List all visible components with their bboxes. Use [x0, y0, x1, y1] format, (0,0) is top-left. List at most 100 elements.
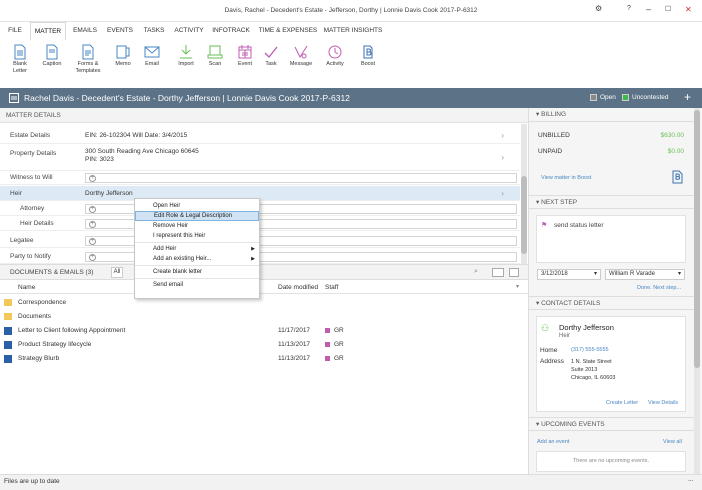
minimize-icon[interactable]: –: [646, 4, 651, 14]
tab-activity[interactable]: ACTIVITY: [172, 22, 206, 40]
filter-all-button[interactable]: All: [111, 267, 123, 278]
contact-header[interactable]: ▾ CONTACT DETAILS: [529, 296, 694, 310]
right-scrollbar[interactable]: [694, 108, 700, 474]
table-row[interactable]: Product Strategy lifecycle 11/13/2017 GR: [0, 338, 528, 352]
done-next-step-link[interactable]: Done. Next step...: [637, 285, 681, 291]
import-button[interactable]: Import: [171, 42, 201, 88]
forms-templates-button[interactable]: Forms & Templates: [73, 42, 103, 88]
scroll-thumb[interactable]: [521, 176, 527, 254]
add-event-link[interactable]: Add an event: [537, 439, 569, 445]
letter-icon: [14, 44, 26, 60]
chevron-right-icon: ▶: [251, 256, 255, 262]
scroll-thumb[interactable]: [694, 110, 700, 368]
ribbon-label: Message: [289, 61, 313, 67]
col-staff[interactable]: Staff: [325, 284, 338, 291]
plus-icon: +: [89, 254, 96, 261]
activity-button[interactable]: Activity: [320, 42, 350, 88]
detail-row-party-notify[interactable]: Party to Notify +: [0, 250, 520, 264]
view-in-boost-link[interactable]: View matter in Boost: [541, 175, 591, 181]
email-button[interactable]: Email: [137, 42, 167, 88]
list-item[interactable]: Documents: [0, 310, 528, 324]
add-button[interactable]: +: [684, 90, 691, 104]
memo-icon: [116, 45, 130, 59]
file-name: Product Strategy lifecycle: [18, 341, 92, 348]
tab-time-expenses[interactable]: TIME & EXPENSES: [258, 22, 318, 40]
matter-icon: [9, 93, 19, 105]
menu-item-add-heir[interactable]: Add Heir ▶: [135, 244, 259, 254]
menu-item-add-existing[interactable]: Add an existing Heir... ▶: [135, 254, 259, 264]
status-bar: Files are up to date ...: [0, 474, 702, 490]
tab-infotrack[interactable]: INFOTRACK: [211, 22, 251, 40]
folder-icon: [4, 313, 12, 320]
blank-letter-button[interactable]: Blank Letter: [5, 42, 35, 88]
ribbon-label: Boost: [360, 61, 376, 67]
tab-tasks[interactable]: TASKS: [140, 22, 168, 40]
boost-icon[interactable]: [671, 170, 683, 186]
billing-header[interactable]: ▾ BILLING: [529, 108, 694, 122]
word-doc-icon: [4, 355, 12, 363]
maximize-icon[interactable]: ☐: [665, 5, 671, 13]
menu-item-open-heir[interactable]: Open Heir: [135, 201, 259, 211]
detail-row-legatee[interactable]: Legatee +: [0, 234, 520, 248]
caption-button[interactable]: Caption: [37, 42, 67, 88]
list-view-icon[interactable]: [509, 268, 519, 277]
documents-title: DOCUMENTS & EMAILS (3): [10, 269, 94, 276]
file-staff: GR: [325, 324, 344, 338]
ribbon-label: Memo: [115, 61, 131, 67]
events-header[interactable]: ▾ UPCOMING EVENTS: [529, 417, 694, 431]
add-witness-field[interactable]: +: [85, 173, 517, 183]
menu-item-send-email[interactable]: Send email: [135, 280, 259, 290]
menu-item-represent[interactable]: I represent this Heir: [135, 231, 259, 241]
tab-matter-insights[interactable]: MATTER INSIGHTS: [322, 22, 384, 40]
folder-view-icon[interactable]: [492, 268, 504, 277]
detail-row-property[interactable]: Property Details 300 South Reading Ave C…: [0, 145, 520, 171]
settings-icon[interactable]: ⚙: [595, 4, 602, 13]
search-icon[interactable]: ⌕: [474, 268, 478, 276]
menu-item-edit-role[interactable]: Edit Role & Legal Description: [135, 211, 259, 221]
view-all-link[interactable]: View all: [663, 439, 682, 445]
no-events-text: There are no upcoming events.: [572, 458, 650, 464]
tab-emails[interactable]: EMAILS: [70, 22, 100, 40]
view-details-link[interactable]: View Details: [648, 400, 678, 406]
col-name[interactable]: Name: [18, 284, 35, 291]
table-row[interactable]: Letter to Client following Appointment 1…: [0, 324, 528, 338]
menu-item-remove-heir[interactable]: Remove Heir: [135, 221, 259, 231]
tab-matter[interactable]: MATTER: [30, 22, 66, 40]
ribbon-label: Task: [265, 61, 277, 67]
close-icon[interactable]: ✕: [685, 5, 692, 14]
detail-row-heir[interactable]: Heir Dorthy Jefferson ›: [0, 186, 520, 201]
ribbon-label: Activity: [326, 61, 344, 67]
task-button[interactable]: Task: [256, 42, 286, 88]
contact-name[interactable]: Dorthy Jefferson: [559, 323, 614, 332]
legend-uncontested: Uncontested: [632, 94, 669, 101]
help-icon[interactable]: ?: [627, 5, 631, 12]
home-phone[interactable]: (317) 555-5555: [571, 347, 609, 353]
detail-row-heir-details[interactable]: Heir Details +: [0, 217, 520, 231]
table-row[interactable]: Strategy Blurb 11/13/2017 GR: [0, 352, 528, 366]
detail-row-attorney[interactable]: Attorney +: [0, 202, 520, 216]
plus-icon: +: [89, 221, 96, 228]
next-step-staff[interactable]: William R Varade ▾: [605, 269, 685, 280]
tab-file[interactable]: FILE: [5, 22, 25, 40]
create-letter-link[interactable]: Create Letter: [606, 400, 638, 406]
boost-icon: [363, 45, 373, 59]
memo-button[interactable]: Memo: [108, 42, 138, 88]
detail-value: 300 South Reading Ave Chicago 60645: [85, 148, 199, 155]
scan-button[interactable]: Scan: [200, 42, 230, 88]
list-item[interactable]: Correspondence: [0, 296, 528, 310]
next-step-date[interactable]: 3/12/2018 ▾: [537, 269, 601, 280]
status-more[interactable]: ...: [688, 476, 693, 483]
menu-item-create-letter[interactable]: Create blank letter: [135, 267, 259, 277]
boost-button[interactable]: Boost: [353, 42, 383, 88]
chevron-down-icon[interactable]: ▾: [516, 283, 519, 290]
tab-events[interactable]: EVENTS: [105, 22, 135, 40]
email-icon: [144, 46, 160, 58]
calendar-icon: [238, 45, 252, 59]
detail-row-witness[interactable]: Witness to Will +: [0, 171, 520, 185]
next-step-card[interactable]: ⚑ send status letter: [536, 215, 686, 263]
details-scrollbar[interactable]: [521, 124, 527, 264]
next-step-header[interactable]: ▾ NEXT STEP: [529, 195, 694, 209]
col-date[interactable]: Date modified: [278, 284, 318, 291]
message-button[interactable]: Message: [286, 42, 316, 88]
detail-row-estate[interactable]: Estate Details EIN: 26-102304 Will Date:…: [0, 128, 520, 144]
